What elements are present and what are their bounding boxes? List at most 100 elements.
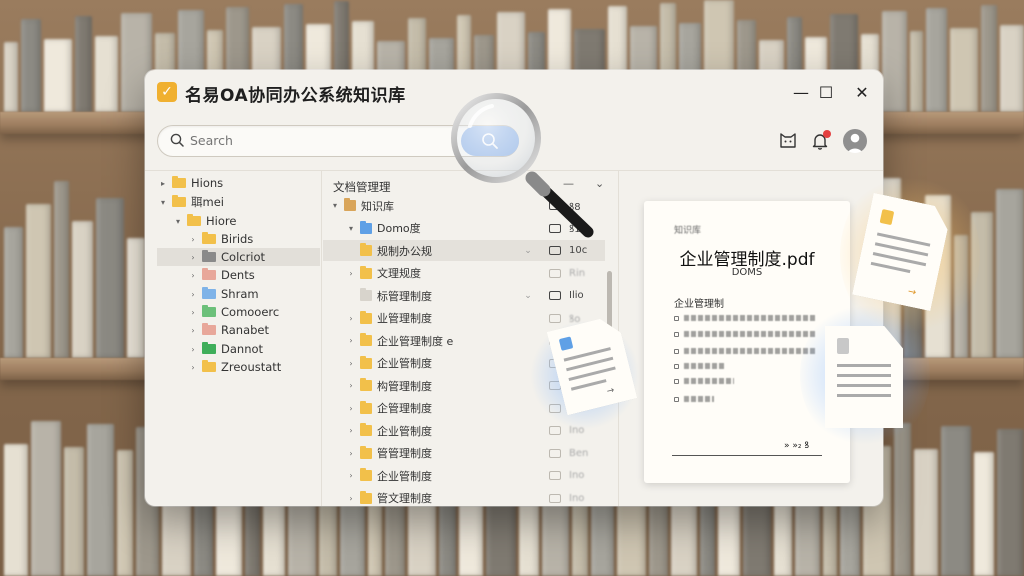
book-spine (4, 42, 18, 112)
chevron-icon[interactable]: › (187, 271, 199, 280)
app-logo-icon: ✓ (157, 82, 177, 102)
preview-text-line (674, 346, 816, 356)
book-spine (881, 11, 907, 112)
chevron-icon[interactable]: › (187, 308, 199, 317)
folder-icon (202, 305, 216, 317)
chevron-icon[interactable]: › (345, 426, 357, 435)
monitor-icon[interactable] (549, 471, 561, 480)
tree-item[interactable]: › Zreoustatt (157, 358, 281, 376)
search-input[interactable] (190, 133, 420, 148)
monitor-icon[interactable] (549, 223, 561, 233)
user-avatar[interactable] (843, 129, 867, 153)
list-row-name: 文理规度 (377, 267, 421, 280)
tree-item[interactable]: ▾ 聑mei (157, 193, 224, 211)
list-collapse-button[interactable]: — (563, 177, 574, 190)
cat-icon[interactable] (777, 130, 799, 152)
tree-item[interactable]: › Comooerc (157, 303, 279, 321)
floating-document-icon (825, 326, 903, 428)
chevron-icon[interactable]: › (187, 235, 199, 244)
preview-small-label: 知识库 (674, 226, 702, 236)
chevron-icon[interactable]: › (345, 494, 357, 503)
tree-item[interactable]: ▸ Hions (157, 174, 223, 192)
chevron-icon[interactable]: › (187, 290, 199, 299)
list-row-name: 标管理制度 (377, 289, 432, 303)
list-row[interactable]: 规制办公规 ⌄ 10c (323, 240, 605, 261)
list-scrollbar[interactable] (607, 271, 612, 329)
list-row-name: 构管理制度 (377, 379, 432, 393)
minimize-button[interactable]: — (789, 80, 813, 104)
monitor-icon[interactable] (549, 291, 561, 300)
monitor-icon[interactable] (549, 246, 561, 255)
close-button[interactable]: ✕ (850, 80, 874, 104)
folder-tree: ▸ Hions ▾ 聑mei ▾ Hiore › Birids › Colcriot › Dents ›… (145, 171, 322, 506)
list-row[interactable]: ▾ 知识库 ꝸ8 (323, 195, 605, 216)
list-expand-button[interactable]: ⌄ (595, 177, 604, 190)
chevron-icon[interactable]: › (345, 314, 357, 323)
list-row[interactable]: › 管文理制度 Ino (323, 488, 605, 507)
preview-text-line (674, 394, 714, 404)
chevron-icon[interactable]: › (345, 269, 357, 278)
folder-icon (202, 250, 216, 262)
folder-icon (202, 287, 216, 299)
list-row[interactable]: › 管管理制度 Ben (323, 443, 605, 464)
tree-item[interactable]: › Dents (157, 266, 255, 284)
tree-item[interactable]: › Dannot (157, 340, 263, 358)
chevron-icon[interactable]: ▸ (157, 179, 169, 188)
chevron-icon[interactable]: › (345, 404, 357, 413)
list-row-name: 知识库 (361, 199, 394, 213)
folder-icon (360, 378, 372, 391)
chevron-icon[interactable]: › (187, 253, 199, 262)
row-dropdown-icon[interactable]: ⌄ (521, 246, 535, 256)
folder-icon (360, 310, 372, 324)
preview-text-line (674, 361, 724, 371)
list-row-meta: ꝸ8 (569, 201, 581, 213)
monitor-icon[interactable] (549, 426, 561, 435)
list-row-name: 企业管理制度 e (377, 334, 454, 348)
book-spine (4, 227, 23, 358)
chevron-icon[interactable]: › (345, 381, 357, 390)
monitor-icon[interactable] (549, 448, 561, 458)
list-row[interactable]: ▾ Domo度 ꝸ1 (323, 218, 605, 239)
notifications-button[interactable] (809, 130, 831, 152)
search-icon (482, 133, 498, 149)
tree-item[interactable]: › Birids (157, 230, 253, 248)
monitor-icon[interactable] (549, 493, 561, 503)
folder-icon (202, 360, 216, 372)
book-spine (64, 447, 85, 576)
chevron-icon[interactable]: ▾ (345, 224, 357, 233)
monitor-icon[interactable] (549, 268, 561, 278)
maximize-button[interactable]: ☐ (814, 80, 838, 104)
tree-item[interactable]: › Shram (157, 285, 259, 303)
folder-icon (202, 232, 216, 244)
list-row-meta: ꝸ1 (569, 224, 581, 235)
app-title: 名易OA协同办公系统知识库 (185, 86, 406, 106)
monitor-icon[interactable] (549, 201, 561, 210)
chevron-icon[interactable]: › (345, 471, 357, 480)
book-spine (949, 28, 978, 112)
chevron-icon[interactable]: › (187, 326, 199, 335)
search-button[interactable] (461, 126, 519, 156)
chevron-icon[interactable]: › (187, 363, 199, 372)
chevron-icon[interactable]: › (187, 345, 199, 354)
chevron-icon[interactable]: ▾ (329, 201, 341, 210)
tree-item[interactable]: › Colcriot (157, 248, 320, 266)
list-row[interactable]: 标管理制度 ⌄ Ilio (323, 285, 605, 306)
chevron-icon[interactable]: › (345, 336, 357, 345)
preview-text-line (674, 329, 816, 339)
tree-item-label: 聑mei (191, 195, 224, 209)
chevron-icon[interactable]: ▾ (157, 198, 169, 207)
tree-item[interactable]: ▾ Hiore (157, 212, 236, 230)
list-row[interactable]: › 企业管制度 Ino (323, 465, 605, 486)
list-row[interactable]: › 文理规度 Rin (323, 263, 605, 284)
chevron-icon[interactable]: › (345, 449, 357, 458)
list-row-meta: Ben (569, 447, 589, 459)
row-dropdown-icon[interactable]: ⌄ (521, 291, 535, 301)
tree-item[interactable]: › Ranabet (157, 321, 269, 339)
monitor-icon[interactable] (549, 313, 561, 323)
chevron-icon[interactable]: ▾ (172, 217, 184, 226)
list-row-name: 业管理制度 (377, 312, 432, 325)
chevron-icon[interactable]: › (345, 359, 357, 368)
folder-icon (360, 355, 372, 369)
preview-subtitle: DOMS (731, 267, 763, 278)
list-row-name: 管管理制度 (377, 447, 432, 460)
